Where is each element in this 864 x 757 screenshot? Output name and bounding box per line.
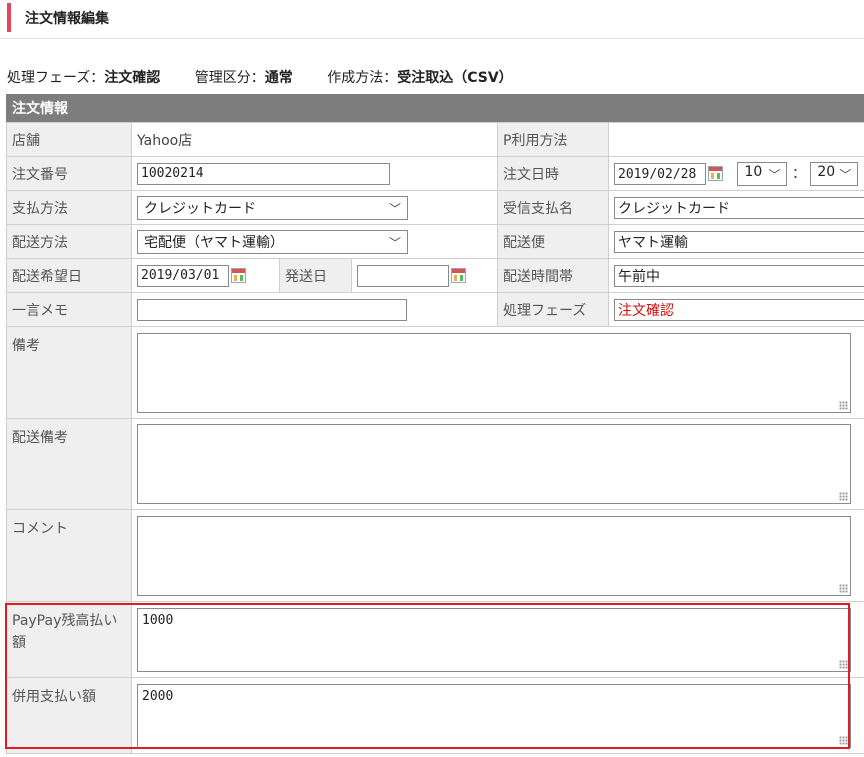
combined-cell: 2000 xyxy=(130,677,864,754)
p-usage-label: P利用方法 xyxy=(497,122,610,157)
time-slot-label: 配送時間帯 xyxy=(497,258,610,293)
page-title: 注文情報編集 xyxy=(25,11,109,27)
carrier-label: 配送便 xyxy=(497,224,610,259)
ship-method-cell: 宅配便（ヤマト運輸） ﹀ xyxy=(130,224,499,259)
creation-info-label: 作成方法： xyxy=(327,70,398,86)
recv-payment-label: 受信支払名 xyxy=(497,190,610,225)
paypay-cell: 1000 xyxy=(130,601,864,678)
remarks-wrap xyxy=(137,332,851,413)
carrier-cell xyxy=(608,224,864,259)
store-label: 店舗 xyxy=(6,122,132,157)
ship-method-select[interactable]: 宅配便（ヤマト運輸） ﹀ xyxy=(137,229,408,254)
ship-date-label: 発送日 xyxy=(279,258,352,293)
time-slot-cell xyxy=(608,258,864,293)
phase-info: 処理フェーズ：注文確認 xyxy=(7,67,160,87)
memo-input[interactable] xyxy=(137,298,407,321)
order-info-table: 店舗 Yahoo店 P利用方法 注文番号 注文日時 10﹀ ： 20﹀ 支払方法… xyxy=(6,122,864,754)
calendar-icon[interactable] xyxy=(451,267,466,283)
payment-select[interactable]: クレジットカード ﹀ xyxy=(137,195,408,220)
order-date-input[interactable] xyxy=(614,163,707,185)
order-no-cell xyxy=(130,156,499,191)
calendar-icon[interactable] xyxy=(708,166,724,181)
order-minute-value: 20 xyxy=(817,163,836,180)
time-separator: ： xyxy=(791,165,806,182)
category-info: 管理区分：通常 xyxy=(195,67,293,87)
order-hour-select[interactable]: 10 ﹀ xyxy=(737,161,788,186)
ship-method-label: 配送方法 xyxy=(6,224,132,259)
resize-grip-icon[interactable] xyxy=(839,583,848,593)
chevron-down-icon: ﹀ xyxy=(388,235,401,250)
memo-cell xyxy=(130,292,499,327)
desired-date-cell xyxy=(131,258,280,293)
chevron-down-icon: ﹀ xyxy=(768,167,781,182)
store-value: Yahoo店 xyxy=(130,122,499,157)
phase-info-value: 注文確認 xyxy=(104,70,161,86)
resize-grip-icon[interactable] xyxy=(839,735,848,745)
phase-cell xyxy=(608,292,864,327)
comment-wrap xyxy=(137,515,851,596)
remarks-cell xyxy=(130,326,864,419)
phase-info-label: 処理フェーズ： xyxy=(7,70,105,86)
order-datetime-cell: 10﹀ ： 20﹀ xyxy=(608,156,864,191)
ship-remarks-textarea[interactable] xyxy=(137,424,851,504)
paypay-label: PayPay残高払い額 xyxy=(6,601,132,678)
remarks-label: 備考 xyxy=(6,326,132,419)
recv-payment-cell xyxy=(608,190,864,225)
title-accent-bar xyxy=(7,3,11,32)
recv-payment-input[interactable] xyxy=(614,196,864,219)
payment-label: 支払方法 xyxy=(6,190,132,225)
phase-label: 処理フェーズ xyxy=(497,292,610,327)
payment-cell: クレジットカード ﹀ xyxy=(130,190,499,225)
calendar-icon[interactable] xyxy=(231,267,246,283)
chevron-down-icon: ﹀ xyxy=(388,201,401,216)
remarks-textarea[interactable] xyxy=(137,332,851,413)
comment-cell xyxy=(130,509,864,602)
memo-label: 一言メモ xyxy=(6,292,132,327)
category-info-value: 通常 xyxy=(264,70,293,86)
ship-date-cell xyxy=(350,258,499,293)
ship-method-value: 宅配便（ヤマト運輸） xyxy=(144,234,284,251)
combined-label: 併用支払い額 xyxy=(6,677,132,754)
category-info-label: 管理区分： xyxy=(194,70,265,86)
paypay-wrap: 1000 xyxy=(137,607,851,672)
page-header: 注文情報編集 xyxy=(0,0,864,39)
order-minute-select[interactable]: 20 ﹀ xyxy=(810,161,859,186)
section-header: 注文情報 xyxy=(6,94,864,122)
order-datetime-label: 注文日時 xyxy=(497,156,610,191)
phase-input[interactable] xyxy=(614,298,864,321)
desired-date-label: 配送希望日 xyxy=(6,258,132,293)
carrier-input[interactable] xyxy=(614,230,864,253)
resize-grip-icon[interactable] xyxy=(839,492,848,501)
ship-remarks-wrap xyxy=(137,424,851,504)
combined-wrap: 2000 xyxy=(137,683,851,748)
p-usage-value xyxy=(608,122,864,157)
combined-textarea[interactable]: 2000 xyxy=(137,683,851,748)
creation-info: 作成方法：受注取込（CSV） xyxy=(327,67,512,87)
chevron-down-icon: ﹀ xyxy=(839,167,852,182)
order-hour-value: 10 xyxy=(744,163,763,180)
paypay-textarea[interactable]: 1000 xyxy=(137,607,851,672)
comment-label: コメント xyxy=(6,509,132,602)
order-no-input[interactable] xyxy=(137,162,390,185)
order-status-bar: 処理フェーズ：注文確認 管理区分：通常 作成方法：受注取込（CSV） xyxy=(7,67,543,87)
time-slot-input[interactable] xyxy=(614,264,864,287)
ship-date-input[interactable] xyxy=(357,264,449,287)
ship-remarks-label: 配送備考 xyxy=(6,418,132,510)
desired-date-input[interactable] xyxy=(137,264,229,287)
resize-grip-icon[interactable] xyxy=(839,400,848,410)
resize-grip-icon[interactable] xyxy=(839,659,848,669)
ship-remarks-cell xyxy=(130,418,864,510)
comment-textarea[interactable] xyxy=(137,515,851,596)
creation-info-value: 受注取込（CSV） xyxy=(397,70,513,86)
order-no-label: 注文番号 xyxy=(6,156,132,191)
payment-value: クレジットカード xyxy=(144,200,256,217)
